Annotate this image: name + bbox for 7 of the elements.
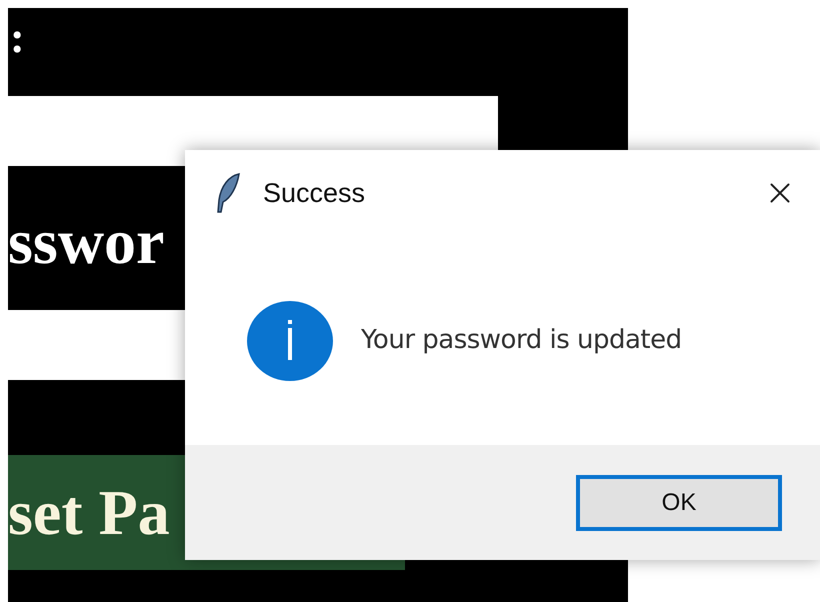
form-label: sswor xyxy=(8,210,164,274)
ok-button[interactable]: OK xyxy=(576,474,782,530)
form-label: : xyxy=(10,16,25,60)
dialog-title: Success xyxy=(263,176,366,210)
info-icon xyxy=(247,300,333,382)
feather-icon xyxy=(215,172,241,214)
dialog-message: Your password is updated xyxy=(361,324,682,357)
